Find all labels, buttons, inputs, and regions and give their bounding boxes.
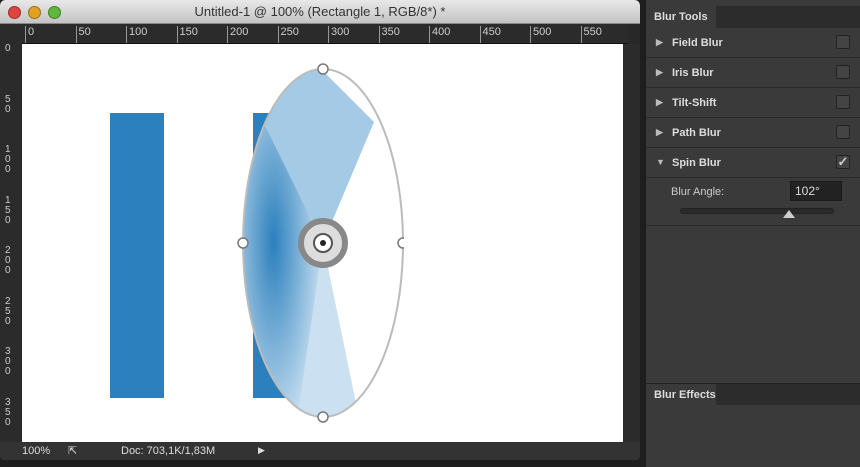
ruler-origin[interactable] — [0, 24, 22, 44]
blur-angle-row: Blur Angle: — [646, 178, 860, 223]
enable-checkbox[interactable] — [836, 95, 850, 109]
disclosure-closed-icon[interactable]: ▶ — [656, 37, 663, 48]
ruler-label: 50 — [75, 26, 91, 43]
vertical-ruler[interactable]: 0 50 100 150 200 250 300 350 — [0, 44, 22, 442]
blur-tools-panel: Blur Tools ▶ Field Blur ▶ Iris Blur ▶ Tilt-Sh… — [646, 0, 860, 467]
handle-left[interactable] — [237, 237, 249, 249]
doc-size: Doc: 703,1K/1,83M — [121, 445, 216, 457]
blur-tool-tilt-shift[interactable]: ▶ Tilt-Shift — [646, 88, 860, 118]
blur-tool-path-blur[interactable]: ▶ Path Blur — [646, 118, 860, 148]
ruler-label: 350 — [5, 396, 11, 428]
share-icon[interactable]: ⇱ — [68, 444, 77, 457]
ruler-label: 350 — [378, 26, 400, 43]
tab-blur-tools[interactable]: Blur Tools — [646, 6, 716, 28]
blur-tool-label: Field Blur — [672, 37, 723, 49]
disclosure-closed-icon[interactable]: ▶ — [656, 127, 663, 138]
ruler-label: 0 — [5, 43, 11, 54]
handle-bottom[interactable] — [317, 411, 329, 423]
ruler-label: 400 — [429, 26, 450, 43]
blur-angle-input[interactable] — [790, 181, 842, 201]
ruler-label: 250 — [5, 295, 11, 327]
ruler-label: 100 — [5, 144, 11, 175]
blur-tool-iris-blur[interactable]: ▶ Iris Blur — [646, 58, 860, 88]
ruler-label: 300 — [5, 346, 11, 377]
enable-checkbox[interactable] — [836, 125, 850, 139]
handle-top[interactable] — [317, 63, 329, 75]
ruler-label: 150 — [5, 194, 11, 226]
vertical-scrollbar[interactable] — [623, 44, 640, 442]
blur-tool-label: Spin Blur — [672, 157, 721, 169]
ruler-label: 550 — [580, 26, 602, 43]
canvas[interactable] — [22, 44, 623, 442]
window-title: Untitled-1 @ 100% (Rectangle 1, RGB/8*) … — [194, 4, 446, 19]
blur-tool-label: Tilt-Shift — [672, 97, 717, 109]
blur-angle-slider[interactable] — [680, 208, 834, 214]
ruler-label: 200 — [227, 26, 248, 43]
ruler-label: 150 — [176, 26, 198, 43]
blur-tool-label: Path Blur — [672, 127, 721, 139]
blue-rectangle-1 — [110, 113, 164, 398]
disclosure-open-icon[interactable]: ▼ — [656, 157, 665, 167]
status-bar: 100% ⇱ Doc: 703,1K/1,83M ▶ — [0, 442, 640, 460]
blur-angle-label: Blur Angle: — [671, 186, 725, 198]
ruler-label: 500 — [530, 26, 551, 43]
ruler-label: 100 — [126, 26, 147, 43]
ruler-label: 0 — [25, 26, 34, 43]
ruler-label: 250 — [277, 26, 299, 43]
enable-checkbox[interactable] — [836, 35, 850, 49]
document-window: Untitled-1 @ 100% (Rectangle 1, RGB/8*) … — [0, 0, 640, 460]
enable-checkbox[interactable]: ✓ — [836, 155, 850, 169]
status-menu-arrow-icon[interactable]: ▶ — [258, 445, 265, 456]
ruler-label: 200 — [5, 245, 11, 276]
disclosure-closed-icon[interactable]: ▶ — [656, 97, 663, 108]
tab-blur-effects[interactable]: Blur Effects — [646, 384, 716, 406]
title-bar: Untitled-1 @ 100% (Rectangle 1, RGB/8*) … — [0, 0, 640, 24]
ruler-label: 300 — [328, 26, 349, 43]
enable-checkbox[interactable] — [836, 65, 850, 79]
blur-tool-label: Iris Blur — [672, 67, 714, 79]
handle-right[interactable] — [397, 237, 404, 249]
ruler-label: 50 — [5, 93, 11, 115]
blur-tool-field-blur[interactable]: ▶ Field Blur — [646, 28, 860, 58]
horizontal-ruler[interactable]: 0 50 100 150 200 250 300 350 400 450 500 550 — [22, 24, 628, 44]
ruler-label: 450 — [479, 26, 501, 43]
disclosure-closed-icon[interactable]: ▶ — [656, 67, 663, 78]
zoom-level[interactable]: 100% — [22, 445, 50, 457]
blur-tool-spin-blur[interactable]: ▼ Spin Blur ✓ — [646, 148, 860, 178]
slider-thumb[interactable] — [783, 210, 796, 218]
spin-blur-overlay[interactable] — [234, 62, 404, 424]
